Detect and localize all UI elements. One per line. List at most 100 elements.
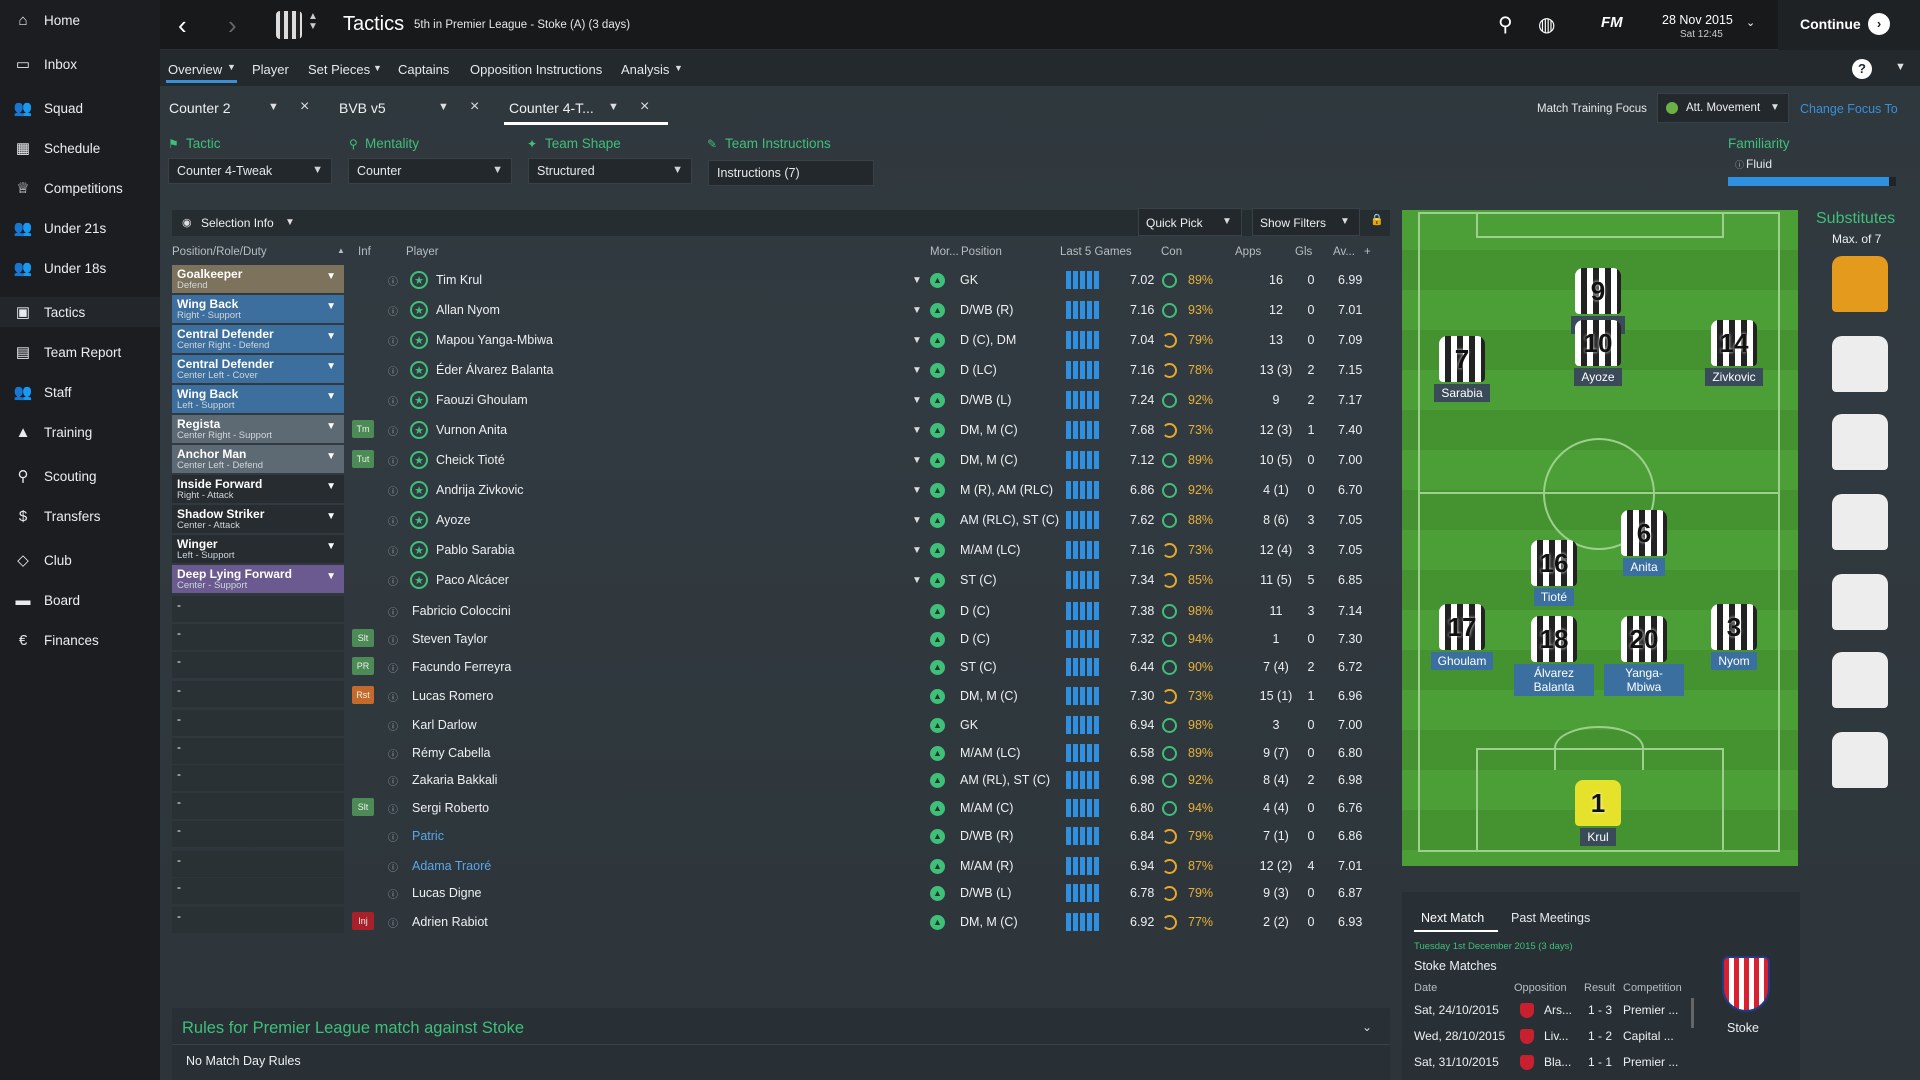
status-badge[interactable]: Rst (352, 686, 374, 704)
player-name[interactable]: Andrija Zivkovic (436, 475, 524, 505)
sub-slot-4[interactable] (1832, 494, 1888, 550)
tactic-tab-3[interactable]: Counter 4-T... (509, 100, 594, 122)
info-icon[interactable]: ⓘ (388, 475, 398, 505)
status-badge[interactable]: Inj (352, 912, 374, 930)
change-focus-link[interactable]: Change Focus To (1800, 102, 1898, 116)
player-name[interactable]: Mapou Yanga-Mbiwa (436, 325, 553, 355)
header-gls[interactable]: Gls (1295, 246, 1312, 258)
help-icon[interactable]: ? (1852, 59, 1872, 79)
player-name[interactable]: Paco Alcácer (436, 565, 509, 595)
current-date[interactable]: 28 Nov 2015 (1662, 13, 1733, 27)
role-slot[interactable]: Shadow Striker Center - Attack ▼ (172, 505, 344, 533)
status-badge[interactable]: Tm (352, 420, 374, 438)
empty-role-slot[interactable]: - (172, 681, 344, 707)
info-icon[interactable]: ⓘ (388, 445, 398, 475)
globe-icon[interactable]: ◍ (1538, 12, 1555, 37)
sidebar-item-team-report[interactable]: ▤ Team Report (0, 337, 160, 367)
player-name[interactable]: Facundo Ferreyra (412, 652, 511, 682)
role-slot[interactable]: Deep Lying Forward Center - Support ▼ (172, 565, 344, 593)
info-icon[interactable]: ⓘ (388, 415, 398, 445)
status-badge[interactable]: Tut (352, 450, 374, 468)
sub-slot-7[interactable] (1832, 732, 1888, 788)
table-row[interactable]: ⓘ ★ ▼ Vurnon Anita ▲ DM, M (C) 7.68 73% 12 (3) 1 7… (346, 415, 1390, 445)
match-opposition[interactable]: Bla... (1544, 1055, 1571, 1069)
sub-slot-2[interactable] (1832, 336, 1888, 392)
pitch-player[interactable]: 14 Zivkovic (1694, 320, 1774, 386)
player-name[interactable]: Cheick Tioté (436, 445, 505, 475)
table-row[interactable]: ⓘ Adama Traoré ▲ M/AM (R) 6.94 87% 12 (2) 4 7.01 (346, 851, 1390, 879)
empty-role-slot[interactable]: - (172, 596, 344, 622)
team-instructions-button[interactable]: Instructions (7) (708, 160, 874, 186)
close-icon[interactable]: × (640, 98, 649, 116)
player-name[interactable]: Sergi Roberto (412, 793, 489, 823)
table-row[interactable]: ⓘ ★ ▼ Ayoze ▲ AM (RLC), ST (C) 7.62 88% 8 (6) 3 7.… (346, 505, 1390, 535)
sidebar-item-home[interactable]: ⌂ Home (0, 5, 160, 35)
player-name[interactable]: Zakaria Bakkali (412, 765, 497, 795)
player-name[interactable]: Éder Álvarez Balanta (436, 355, 553, 385)
sub-slot-6[interactable] (1832, 652, 1888, 708)
player-name[interactable]: Adrien Rabiot (412, 907, 488, 937)
role-slot[interactable]: Anchor Man Center Left - Defend ▼ (172, 445, 344, 473)
info-icon[interactable]: ⓘ (388, 851, 398, 881)
sub-slot-1[interactable] (1832, 256, 1888, 312)
role-slot[interactable]: Regista Center Right - Support ▼ (172, 415, 344, 443)
sidebar-item-finances[interactable]: € Finances (0, 625, 160, 655)
info-icon[interactable]: ⓘ (388, 738, 398, 768)
match-result[interactable]: 1 - 2 (1588, 1029, 1612, 1043)
player-name[interactable]: Adama Traoré (412, 851, 491, 881)
pitch-player[interactable]: 17 Ghoulam (1422, 604, 1502, 670)
sidebar-item-club[interactable]: ◇ Club (0, 545, 160, 575)
role-slot[interactable]: Wing Back Left - Support ▼ (172, 385, 344, 413)
status-badge[interactable]: PR (352, 657, 374, 675)
player-name[interactable]: Allan Nyom (436, 295, 500, 325)
player-name[interactable]: Lucas Romero (412, 681, 493, 711)
club-crest-icon[interactable] (276, 11, 302, 39)
match-result[interactable]: 1 - 3 (1588, 1003, 1612, 1017)
empty-role-slot[interactable]: - (172, 907, 344, 933)
chevron-down-icon[interactable]: ▼ (438, 101, 449, 113)
header-position-role[interactable]: Position/Role/Duty (172, 246, 267, 258)
chevron-down-icon[interactable]: ▼ (912, 505, 922, 535)
info-icon[interactable]: ⓘ (388, 793, 398, 823)
role-slot[interactable]: Central Defender Center Left - Cover ▼ (172, 355, 344, 383)
player-name[interactable]: Rémy Cabella (412, 738, 491, 768)
team-shape-dropdown[interactable]: Structured ▼ (528, 158, 692, 184)
match-opposition[interactable]: Liv... (1544, 1029, 1568, 1043)
info-icon[interactable]: ⓘ (388, 652, 398, 682)
info-icon[interactable]: ⓘ (388, 295, 398, 325)
player-name[interactable]: Pablo Sarabia (436, 535, 515, 565)
empty-role-slot[interactable]: - (172, 765, 344, 791)
sub-slot-3[interactable] (1832, 414, 1888, 470)
sidebar-item-transfers[interactable]: $ Transfers (0, 501, 160, 531)
chevron-down-icon[interactable]: ▼ (912, 475, 922, 505)
back-arrow-icon[interactable]: ‹ (178, 10, 187, 41)
empty-role-slot[interactable]: - (172, 821, 344, 847)
pitch-player[interactable]: 1 Krul (1558, 780, 1638, 846)
status-badge[interactable]: Slt (352, 629, 374, 647)
pitch-player[interactable]: 20 Yanga-Mbiwa (1604, 616, 1684, 696)
table-row[interactable]: ⓘ Adrien Rabiot ▲ DM, M (C) 6.92 77% 2 (2) 0 6.9… (346, 907, 1390, 935)
table-row[interactable]: ⓘ Fabricio Coloccini ▲ D (C) 7.38 98% 11 3 7.14 (346, 596, 1390, 624)
chevron-down-icon[interactable]: ▼ (912, 565, 922, 595)
info-icon[interactable]: ⓘ (388, 596, 398, 626)
chevron-down-icon[interactable]: ▼ (268, 101, 279, 113)
empty-role-slot[interactable]: - (172, 793, 344, 819)
header-position[interactable]: Position (961, 246, 1002, 258)
chevron-down-icon[interactable]: ▼ (912, 295, 922, 325)
sidebar-item-schedule[interactable]: ▦ Schedule (0, 133, 160, 163)
role-slot[interactable]: Central Defender Center Right - Defend ▼ (172, 325, 344, 353)
info-icon[interactable]: ⓘ (388, 681, 398, 711)
match-result[interactable]: 1 - 1 (1588, 1055, 1612, 1069)
info-icon[interactable]: ⓘ (388, 565, 398, 595)
info-icon[interactable]: ⓘ (388, 325, 398, 355)
sub-slot-5[interactable] (1832, 574, 1888, 630)
chevron-down-icon[interactable]: ▼ (608, 101, 619, 113)
table-row[interactable]: ⓘ ★ ▼ Tim Krul ▲ GK 7.02 89% 16 0 6.99 (346, 265, 1390, 295)
sidebar-item-staff[interactable]: 👥 Staff (0, 377, 160, 407)
tactic-dropdown[interactable]: Counter 4-Tweak ▼ (168, 158, 332, 184)
match-opposition[interactable]: Ars... (1544, 1003, 1572, 1017)
tactic-tab-1[interactable]: Counter 2 (169, 100, 230, 122)
player-name[interactable]: Steven Taylor (412, 624, 488, 654)
player-name[interactable]: Ayoze (436, 505, 471, 535)
tab-past-meetings[interactable]: Past Meetings (1511, 911, 1590, 925)
